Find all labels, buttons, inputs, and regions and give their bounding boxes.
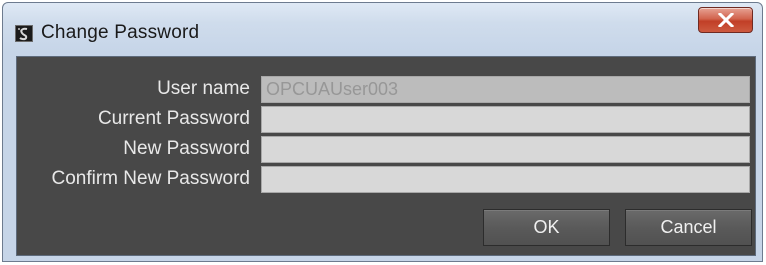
- cancel-button[interactable]: Cancel: [625, 209, 752, 246]
- close-icon: [718, 13, 734, 27]
- ok-button[interactable]: OK: [483, 209, 610, 246]
- app-icon: [15, 25, 33, 42]
- current-password-field[interactable]: [261, 106, 750, 133]
- user-name-label: User name: [157, 78, 250, 99]
- close-button[interactable]: [698, 7, 753, 33]
- title-bar[interactable]: Change Password: [3, 3, 762, 55]
- user-name-field: [261, 76, 750, 103]
- dialog-body: User name Current Password New Password …: [16, 56, 756, 256]
- dialog-title: Change Password: [41, 22, 200, 43]
- new-password-label: New Password: [123, 138, 250, 159]
- confirm-new-password-field[interactable]: [261, 166, 750, 193]
- current-password-label: Current Password: [97, 108, 250, 129]
- new-password-field[interactable]: [261, 136, 750, 163]
- confirm-new-password-label: Confirm New Password: [51, 168, 251, 189]
- change-password-dialog: Change Password User name Current Passwo…: [2, 2, 763, 262]
